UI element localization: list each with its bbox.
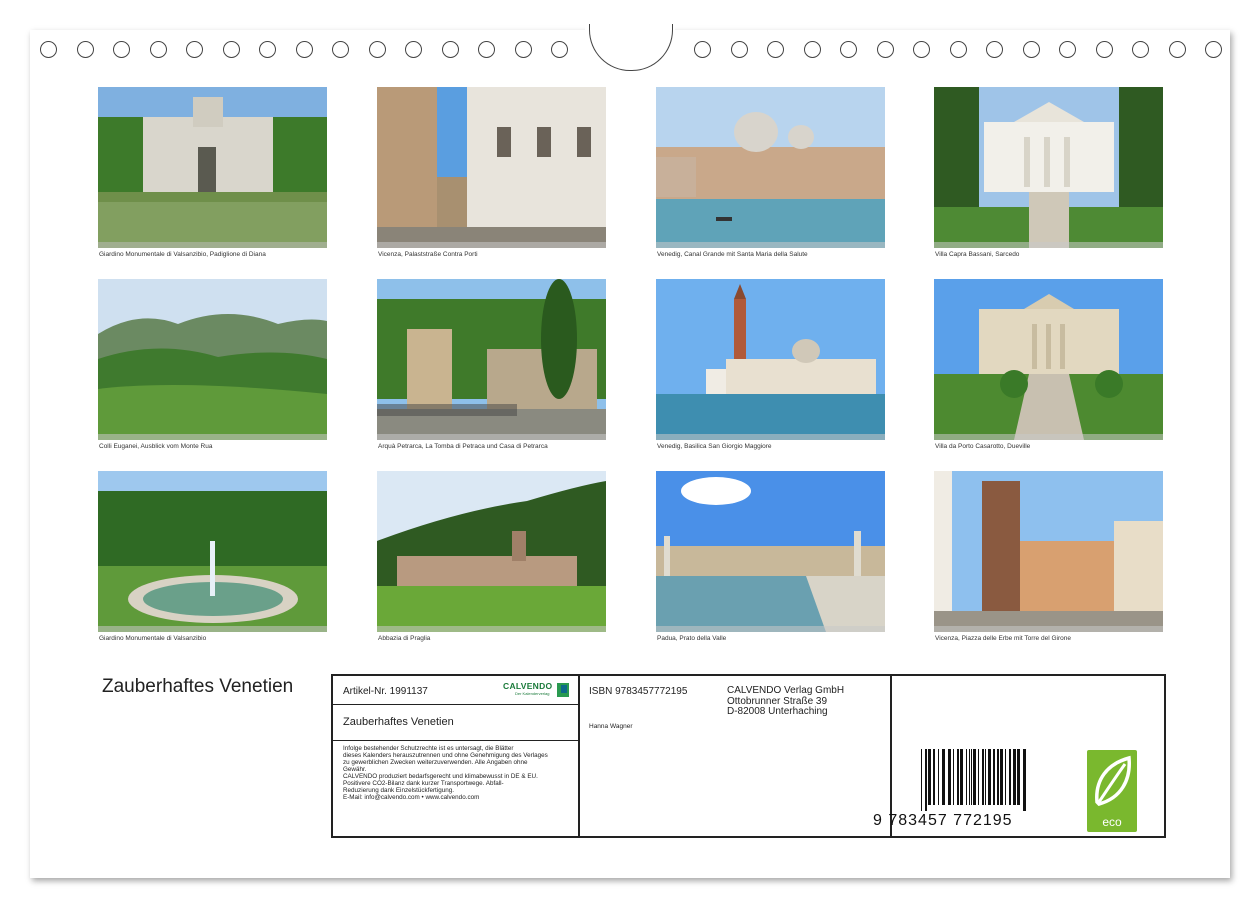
binding-ring xyxy=(767,41,784,58)
binding-ring xyxy=(186,41,203,58)
barcode xyxy=(919,749,1049,811)
photo-caption: Venedig, Canal Grande mit Santa Maria de… xyxy=(657,251,808,258)
binding-ring xyxy=(986,41,1003,58)
calvendo-logo: CALVENDO Der Kalenderverlag xyxy=(503,681,569,699)
villa-garden-pond-icon xyxy=(98,87,327,248)
legal-line: E-Mail: info@calvendo.com • www.calvendo… xyxy=(343,794,480,801)
imprint-divider xyxy=(333,740,578,741)
binding-ring xyxy=(441,41,459,58)
binding-ring xyxy=(876,41,894,58)
imprint-divider xyxy=(333,704,578,705)
basilica-lagoon-icon xyxy=(656,279,885,440)
binding-ring xyxy=(368,41,386,58)
binding-ring xyxy=(332,41,349,58)
binding-ring xyxy=(551,41,568,58)
photo-caption: Venedig, Basilica San Giorgio Maggiore xyxy=(657,443,772,450)
tomb-cypress-icon xyxy=(377,279,606,440)
binding-ring xyxy=(1132,41,1149,58)
photo-caption: Arquà Petrarca, La Tomba di Petraca und … xyxy=(378,443,548,450)
canal-statues-icon xyxy=(656,471,885,632)
imprint-box: Artikel-Nr. 1991137 CALVENDO Der Kalende… xyxy=(331,674,1166,838)
legal-line: dieses Kalenders herauszutrennen und ohn… xyxy=(343,752,548,759)
legal-line: zu gewerblichen Zwecken weiterzuverwende… xyxy=(343,759,528,766)
hanger-hook xyxy=(589,24,673,71)
binding-ring xyxy=(514,41,532,58)
author-name: Hanna Wagner xyxy=(589,723,633,730)
binding-ring xyxy=(694,41,711,58)
eco-leaf-icon: eco xyxy=(1087,750,1137,832)
fountain-garden-icon xyxy=(98,471,327,632)
photo-caption: Vicenza, Piazza delle Erbe mit Torre del… xyxy=(935,635,1071,642)
legal-line: CALVENDO produziert bedarfsgerecht und k… xyxy=(343,773,538,780)
binding-ring xyxy=(949,41,967,58)
photo-caption: Padua, Prato della Valle xyxy=(657,635,727,642)
photo-caption: Vicenza, Palaststraße Contra Porti xyxy=(378,251,478,258)
binding-ring xyxy=(149,41,167,58)
isbn: ISBN 9783457772195 xyxy=(589,686,688,697)
binding-ring xyxy=(40,41,57,58)
canal-domes-icon xyxy=(656,87,885,248)
publisher-address: CALVENDO Verlag GmbH Ottobrunner Straße 3… xyxy=(727,685,845,718)
binding-ring xyxy=(1168,41,1186,58)
abbey-hills-icon xyxy=(377,471,606,632)
binding-ring xyxy=(76,41,94,58)
binding-ring xyxy=(803,41,821,58)
photo-caption: Giardino Monumentale di Valsanzibio, Pad… xyxy=(99,251,266,258)
binding-ring xyxy=(259,41,276,58)
calendar-title: Zauberhaftes Venetien xyxy=(102,676,294,697)
binding-ring xyxy=(840,41,857,58)
article-number: Artikel-Nr. 1991137 xyxy=(343,686,428,697)
tower-square-icon xyxy=(934,471,1163,632)
binding-ring xyxy=(1095,41,1113,58)
binding-rings xyxy=(0,0,1260,71)
barcode-number: 9 783457 772195 xyxy=(873,812,1013,829)
legal-line: Infolge bestehender Schutzrechte ist es … xyxy=(343,745,514,752)
street-palaces-icon xyxy=(377,87,606,248)
binding-ring xyxy=(113,41,130,58)
binding-ring xyxy=(913,41,930,58)
binding-ring xyxy=(1059,41,1076,58)
legal-line: Gewähr. xyxy=(343,766,367,773)
hills-landscape-icon xyxy=(98,279,327,440)
photo-caption: Abbazia di Praglia xyxy=(378,635,431,642)
legal-notice: Infolge bestehender Schutzrechte ist es … xyxy=(343,745,578,801)
legal-line: Reduzierung dank Einzelstückfertigung. xyxy=(343,787,454,794)
binding-ring xyxy=(730,41,748,58)
photo-caption: Colli Euganei, Ausblick vom Monte Rua xyxy=(99,443,213,450)
publisher-line: D-82008 Unterhaching xyxy=(727,706,828,717)
binding-ring xyxy=(1022,41,1040,58)
legal-line: Positivere CO2-Bilanz dank kurzer Transp… xyxy=(343,780,504,787)
photo-caption: Giardino Monumentale di Valsanzibio xyxy=(99,635,207,642)
binding-ring xyxy=(405,41,422,58)
publisher-line: CALVENDO Verlag GmbH xyxy=(727,685,845,696)
binding-ring xyxy=(478,41,495,58)
villa-portico-icon xyxy=(934,87,1163,248)
book-title: Zauberhaftes Venetien xyxy=(343,716,454,728)
photo-caption: Villa Capra Bassani, Sarcedo xyxy=(935,251,1020,258)
photo-caption: Villa da Porto Casarotto, Dueville xyxy=(935,443,1031,450)
binding-ring xyxy=(295,41,313,58)
villa-stairs-icon xyxy=(934,279,1163,440)
binding-ring xyxy=(1205,41,1222,58)
binding-ring xyxy=(222,41,240,58)
imprint-divider xyxy=(578,676,580,836)
